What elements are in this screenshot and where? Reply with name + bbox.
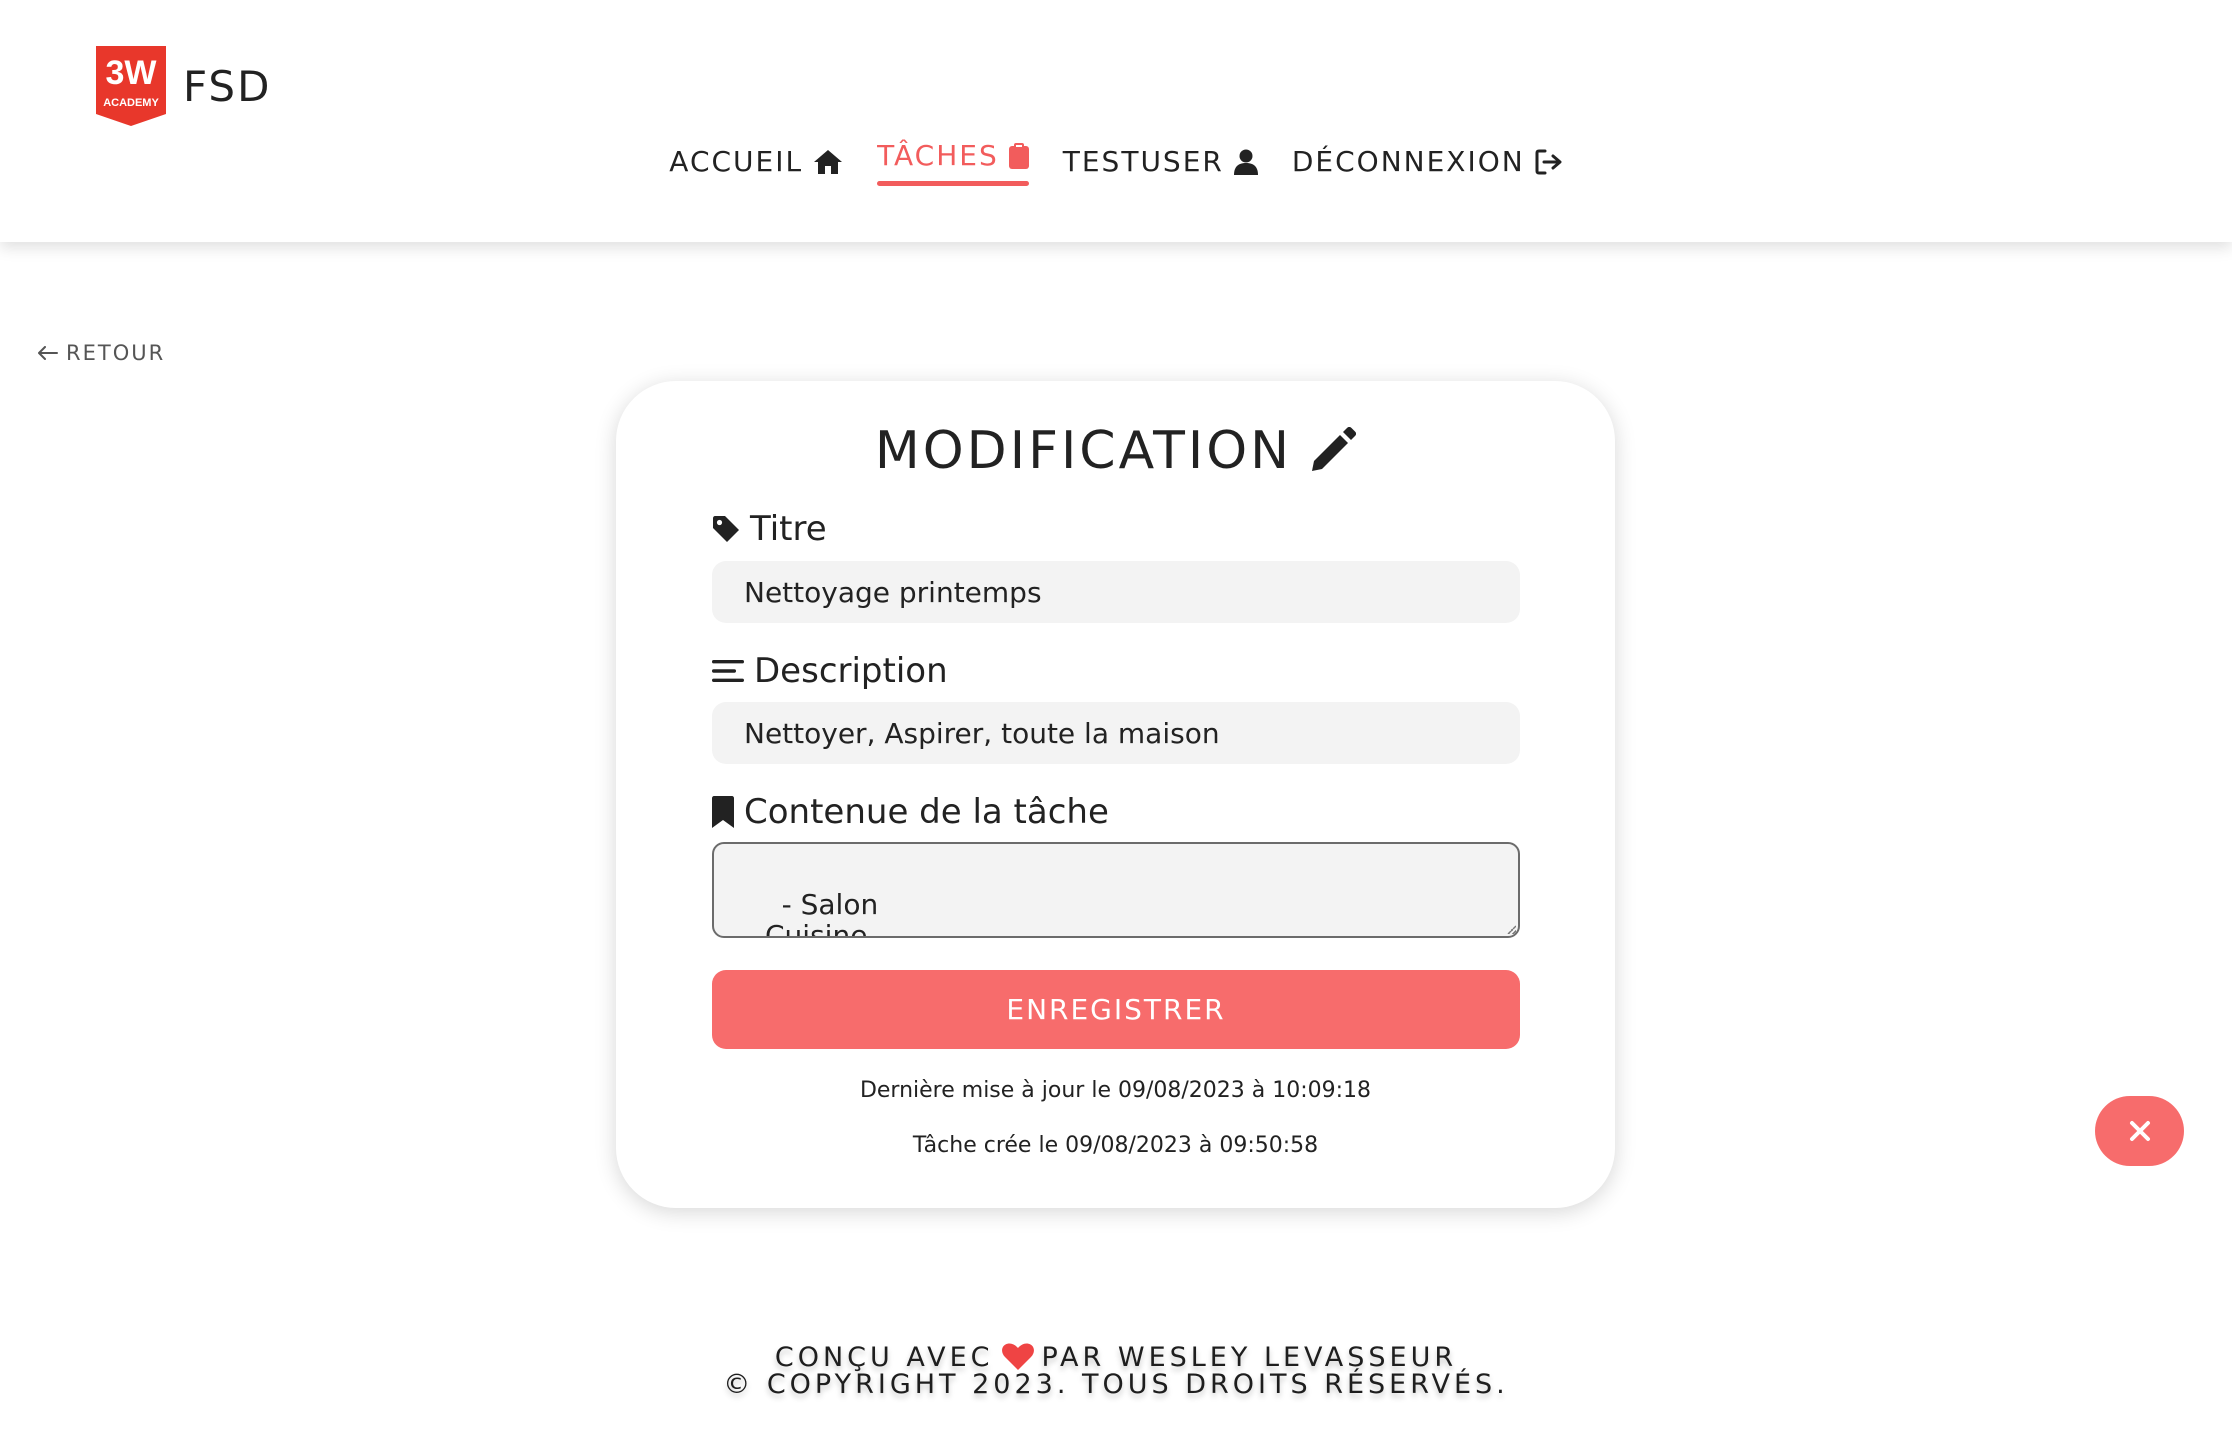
form-title: MODIFICATION (616, 421, 1615, 481)
close-button[interactable] (2095, 1096, 2184, 1166)
save-button[interactable]: ENREGISTRER (712, 970, 1520, 1049)
close-icon (2129, 1121, 2150, 1141)
titre-label-text: Titre (750, 509, 827, 549)
footer-made-suffix: PAR WESLEY LEVASSEUR (1041, 1341, 1458, 1373)
pencil-icon (1312, 427, 1357, 471)
clipboard-icon (1008, 142, 1029, 169)
heart-icon (1001, 1343, 1034, 1370)
user-icon (1233, 149, 1258, 175)
footer-credits: CONÇU AVEC PAR WESLEY LEVASSEUR (0, 1343, 2232, 1371)
description-label: Description (712, 651, 948, 691)
svg-text:3W: 3W (106, 54, 158, 92)
nav-item-testuser[interactable]: TESTUSER (1063, 145, 1258, 188)
svg-text:ACADEMY: ACADEMY (103, 97, 159, 109)
nav-item-taches[interactable]: TÂCHES (877, 139, 1029, 186)
back-link-label: RETOUR (66, 341, 166, 365)
description-label-text: Description (754, 651, 948, 691)
home-icon (814, 149, 843, 174)
site-header: 3W ACADEMY FSD ACCUEIL TÂCHES TESTUSER D… (0, 0, 2232, 242)
created-timestamp: Tâche crée le 09/08/2023 à 09:50:58 (912, 1133, 1319, 1158)
nav-item-accueil[interactable]: ACCUEIL (669, 145, 843, 188)
brand[interactable]: 3W ACADEMY FSD (96, 46, 271, 126)
contenu-textarea-text: - Salon - Cuisine - Salle de Bain (746, 888, 879, 938)
nav-item-label: DÉCONNEXION (1291, 145, 1525, 178)
contenu-textarea[interactable]: - Salon - Cuisine - Salle de Bain (712, 842, 1520, 938)
form-title-text: MODIFICATION (874, 421, 1293, 481)
lines-icon (712, 660, 744, 682)
footer-copyright: © COPYRIGHT 2023. TOUS DROITS RÉSERVÉS. (723, 1369, 1509, 1400)
logout-icon (1535, 149, 1562, 174)
arrow-left-icon (38, 346, 58, 360)
resize-handle[interactable] (1506, 924, 1516, 934)
academy-logo: 3W ACADEMY (96, 46, 166, 126)
titre-input[interactable] (712, 561, 1520, 623)
contenu-label: Contenue de la tâche (712, 792, 1109, 832)
nav-item-deconnexion[interactable]: DÉCONNEXION (1292, 145, 1563, 188)
bookmark-icon (712, 796, 734, 828)
edit-task-card: MODIFICATION Titre Description Contenue … (616, 381, 1615, 1208)
brand-name: FSD (183, 61, 272, 111)
back-link[interactable]: RETOUR (38, 341, 165, 365)
titre-label: Titre (712, 509, 827, 549)
site-footer: CONÇU AVEC PAR WESLEY LEVASSEUR © COPYRI… (0, 1343, 2232, 1400)
description-input[interactable] (712, 702, 1520, 764)
contenu-label-text: Contenue de la tâche (744, 792, 1109, 832)
main-nav: ACCUEIL TÂCHES TESTUSER DÉCONNEXION (0, 139, 2232, 188)
nav-item-label: ACCUEIL (669, 145, 804, 178)
nav-item-label: TESTUSER (1062, 145, 1224, 178)
nav-item-label: TÂCHES (877, 139, 999, 172)
updated-timestamp: Dernière mise à jour le 09/08/2023 à 10:… (859, 1078, 1372, 1103)
footer-made-prefix: CONÇU AVEC (774, 1341, 994, 1373)
tag-icon (713, 516, 739, 542)
